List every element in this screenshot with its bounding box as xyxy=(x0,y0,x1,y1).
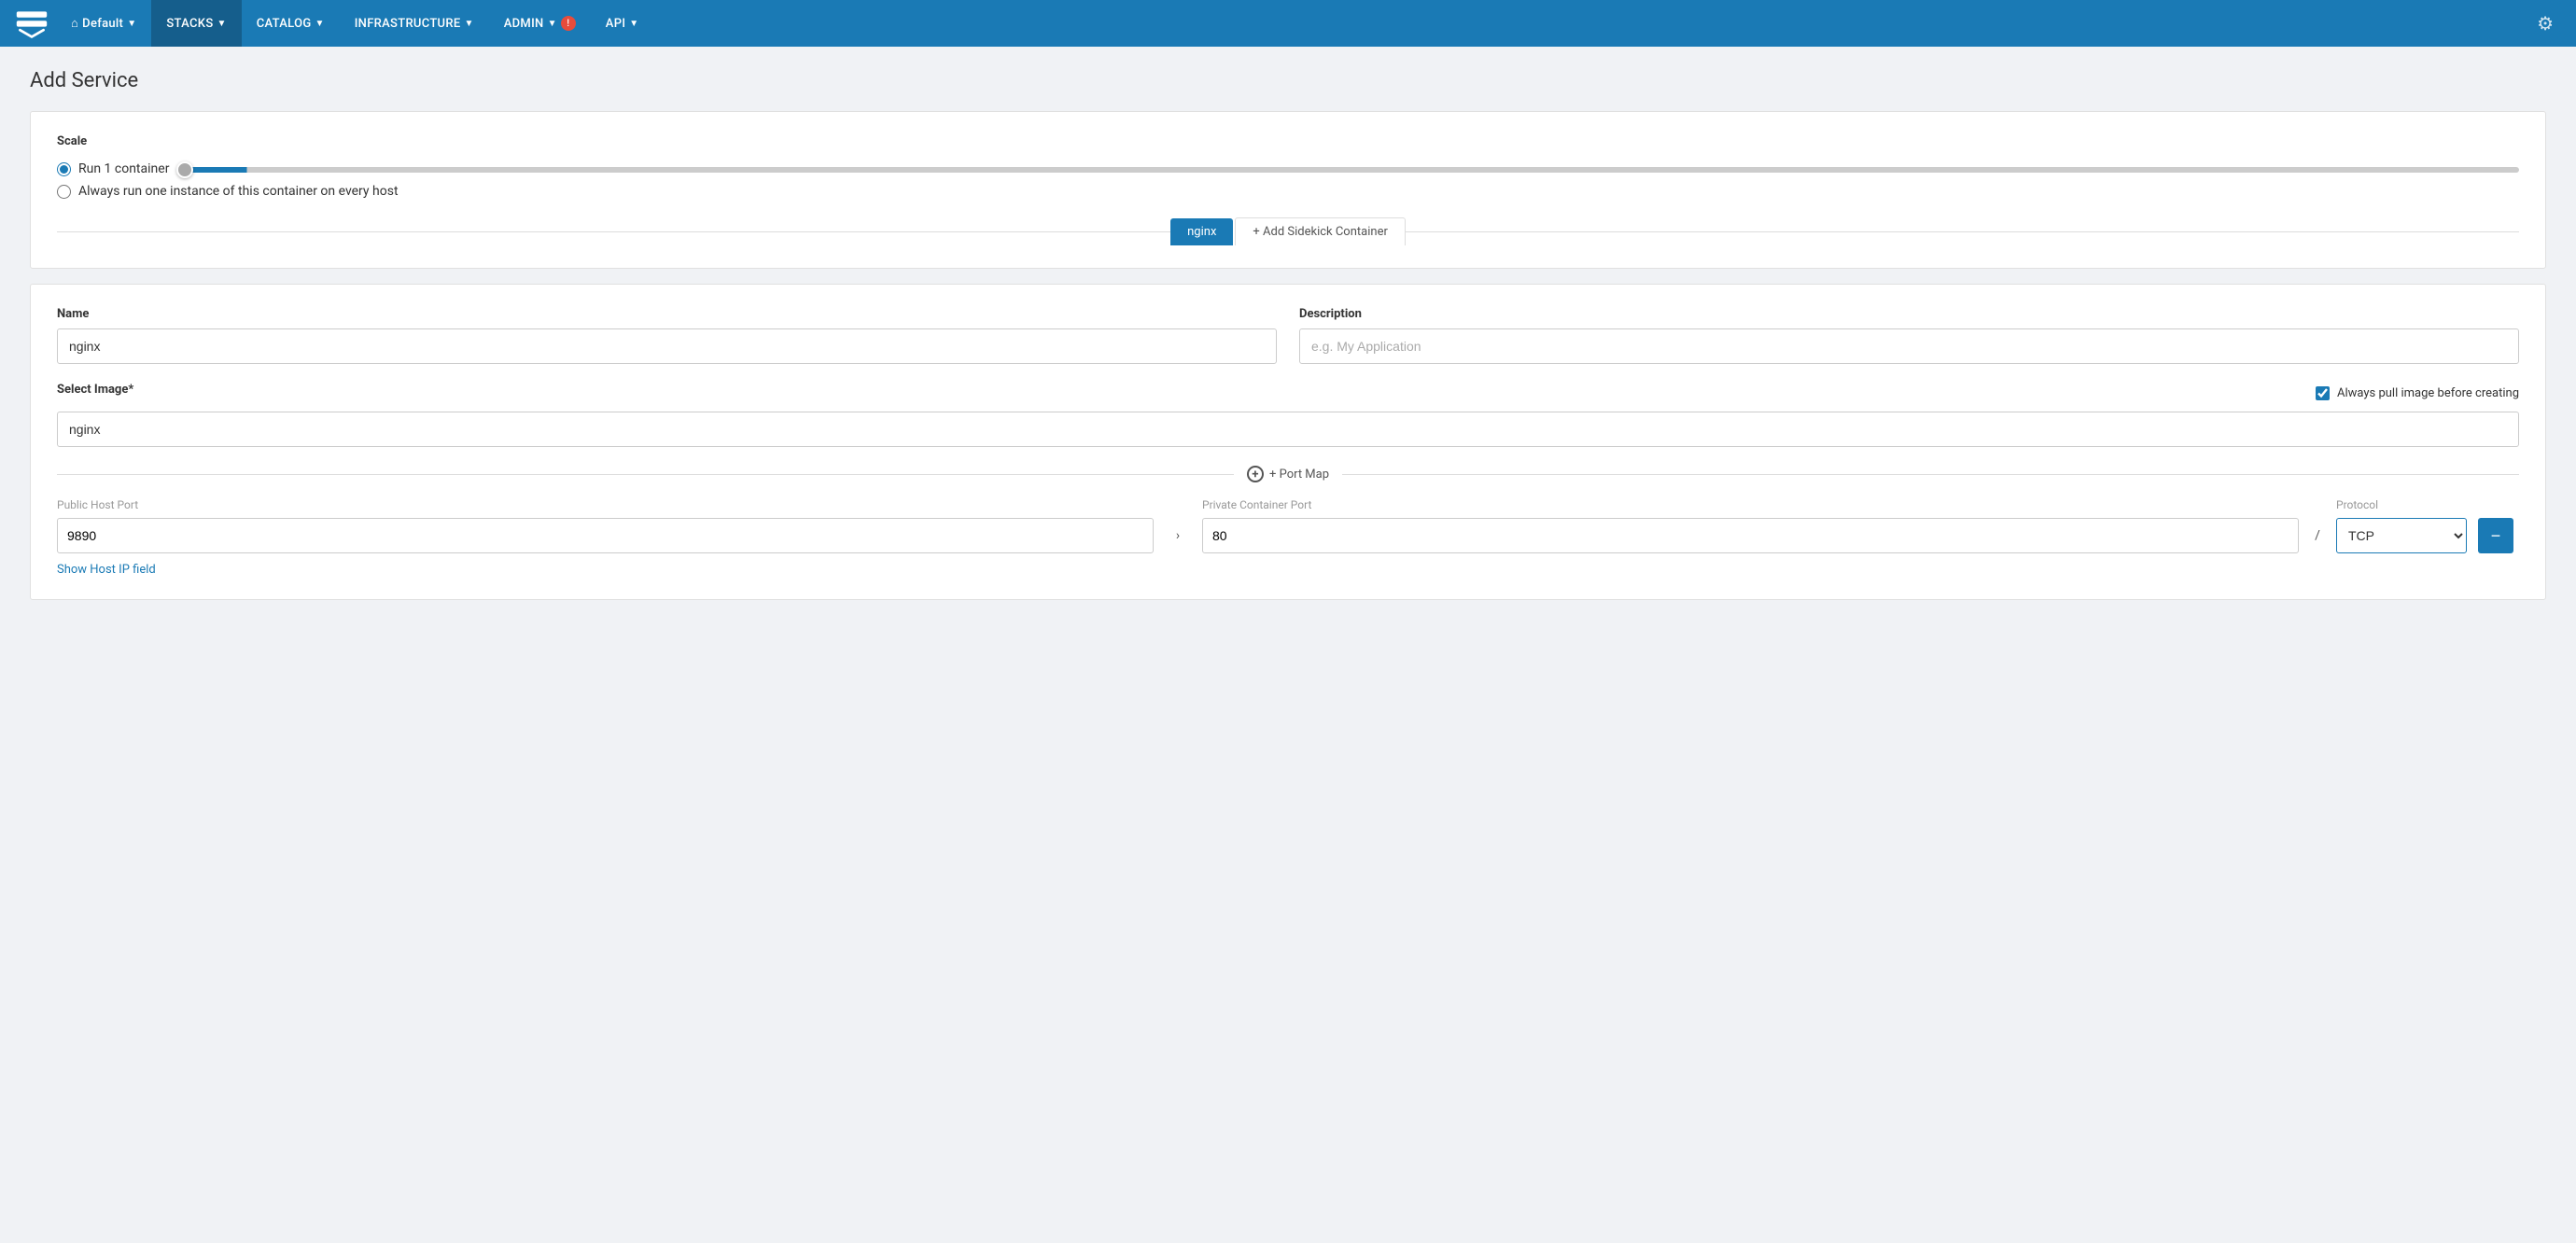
user-icon[interactable]: ⚙ xyxy=(2529,12,2561,35)
nav-item-stacks[interactable]: STACKS ▼ xyxy=(151,0,241,47)
name-label: Name xyxy=(57,307,1277,321)
tab-row: nginx + Add Sidekick Container xyxy=(57,217,2519,245)
scale-slider[interactable] xyxy=(176,167,2519,173)
public-port-col xyxy=(57,518,1154,553)
divider-line-left xyxy=(57,474,1234,475)
plus-circle-icon: + xyxy=(1247,466,1264,482)
nav-item-catalog[interactable]: CATALOG ▼ xyxy=(242,0,340,47)
tab-line-right xyxy=(1406,231,2519,232)
chevron-down-icon: ▼ xyxy=(315,19,324,29)
nav-item-infrastructure[interactable]: INFRASTRUCTURE ▼ xyxy=(340,0,489,47)
tab-line-left xyxy=(57,231,1170,232)
always-pull-checkbox[interactable] xyxy=(2316,386,2330,400)
scale-slider-container xyxy=(176,161,2519,176)
public-port-input[interactable] xyxy=(57,518,1154,553)
description-label: Description xyxy=(1299,307,2519,321)
tab-add-sidekick[interactable]: + Add Sidekick Container xyxy=(1235,217,1405,245)
run1-label: Run 1 container xyxy=(78,161,169,176)
protocol-header: Protocol xyxy=(2336,498,2378,511)
add-port-map-button[interactable]: + + Port Map xyxy=(1234,466,1342,482)
protocol-select[interactable]: TCP UDP xyxy=(2336,518,2467,553)
name-input[interactable] xyxy=(57,328,1277,364)
run1-radio[interactable] xyxy=(57,162,71,176)
show-host-ip-link[interactable]: Show Host IP field xyxy=(57,563,156,577)
nav-item-api[interactable]: API ▼ xyxy=(591,0,654,47)
select-image-label: Select Image* xyxy=(57,383,133,397)
description-group: Description xyxy=(1299,307,2519,364)
remove-port-button[interactable]: − xyxy=(2478,518,2513,553)
run1-radio-row: Run 1 container xyxy=(57,161,2519,176)
tab-nginx[interactable]: nginx xyxy=(1170,218,1233,245)
port-map-row: › / TCP UDP − xyxy=(57,518,2519,553)
name-description-row: Name Description xyxy=(57,307,2519,364)
public-host-port-header: Public Host Port xyxy=(57,498,138,511)
nav-item-admin[interactable]: ADMIN ▼ ! xyxy=(489,0,591,47)
run-all-radio[interactable] xyxy=(57,185,71,199)
scale-label: Scale xyxy=(57,134,2519,148)
private-port-input[interactable] xyxy=(1202,518,2299,553)
arrow-right-icon: › xyxy=(1165,528,1191,543)
chevron-down-icon: ▼ xyxy=(548,19,557,29)
name-group: Name xyxy=(57,307,1277,364)
run-all-radio-row: Always run one instance of this containe… xyxy=(57,184,2519,199)
select-image-section: Select Image* Always pull image before c… xyxy=(57,383,2519,447)
port-map-divider: + + Port Map xyxy=(57,466,2519,482)
alert-badge: ! xyxy=(561,16,576,31)
page-title: Add Service xyxy=(30,69,2546,92)
select-image-input[interactable] xyxy=(57,412,2519,447)
chevron-down-icon: ▼ xyxy=(217,19,227,29)
navbar: ⌂ Default ▼ STACKS ▼ CATALOG ▼ INFRASTRU… xyxy=(0,0,2576,47)
chevron-down-icon: ▼ xyxy=(465,19,474,29)
private-container-port-header: Private Container Port xyxy=(1202,498,1311,511)
chevron-down-icon: ▼ xyxy=(127,19,136,29)
chevron-down-icon: ▼ xyxy=(629,19,638,29)
scale-card: Scale Run 1 container Always run one ins… xyxy=(30,111,2546,269)
description-input[interactable] xyxy=(1299,328,2519,364)
page-content: Add Service Scale Run 1 container Always… xyxy=(0,47,2576,637)
always-pull-row: Always pull image before creating xyxy=(2316,386,2519,400)
form-card: Name Description Select Image* Always pu… xyxy=(30,284,2546,600)
divider-line-right xyxy=(1342,474,2519,475)
run-all-label: Always run one instance of this containe… xyxy=(78,184,399,199)
brand-logo[interactable] xyxy=(15,7,49,40)
slash-separator: / xyxy=(2310,528,2325,543)
protocol-col: TCP UDP xyxy=(2336,518,2467,553)
port-map-headers: Public Host Port Private Container Port … xyxy=(57,497,2519,512)
always-pull-label: Always pull image before creating xyxy=(2337,386,2519,400)
private-port-col xyxy=(1202,518,2299,553)
remove-port-col: − xyxy=(2478,518,2519,553)
nav-item-default[interactable]: ⌂ Default ▼ xyxy=(56,0,151,47)
navbar-right: ⚙ xyxy=(2529,12,2561,35)
